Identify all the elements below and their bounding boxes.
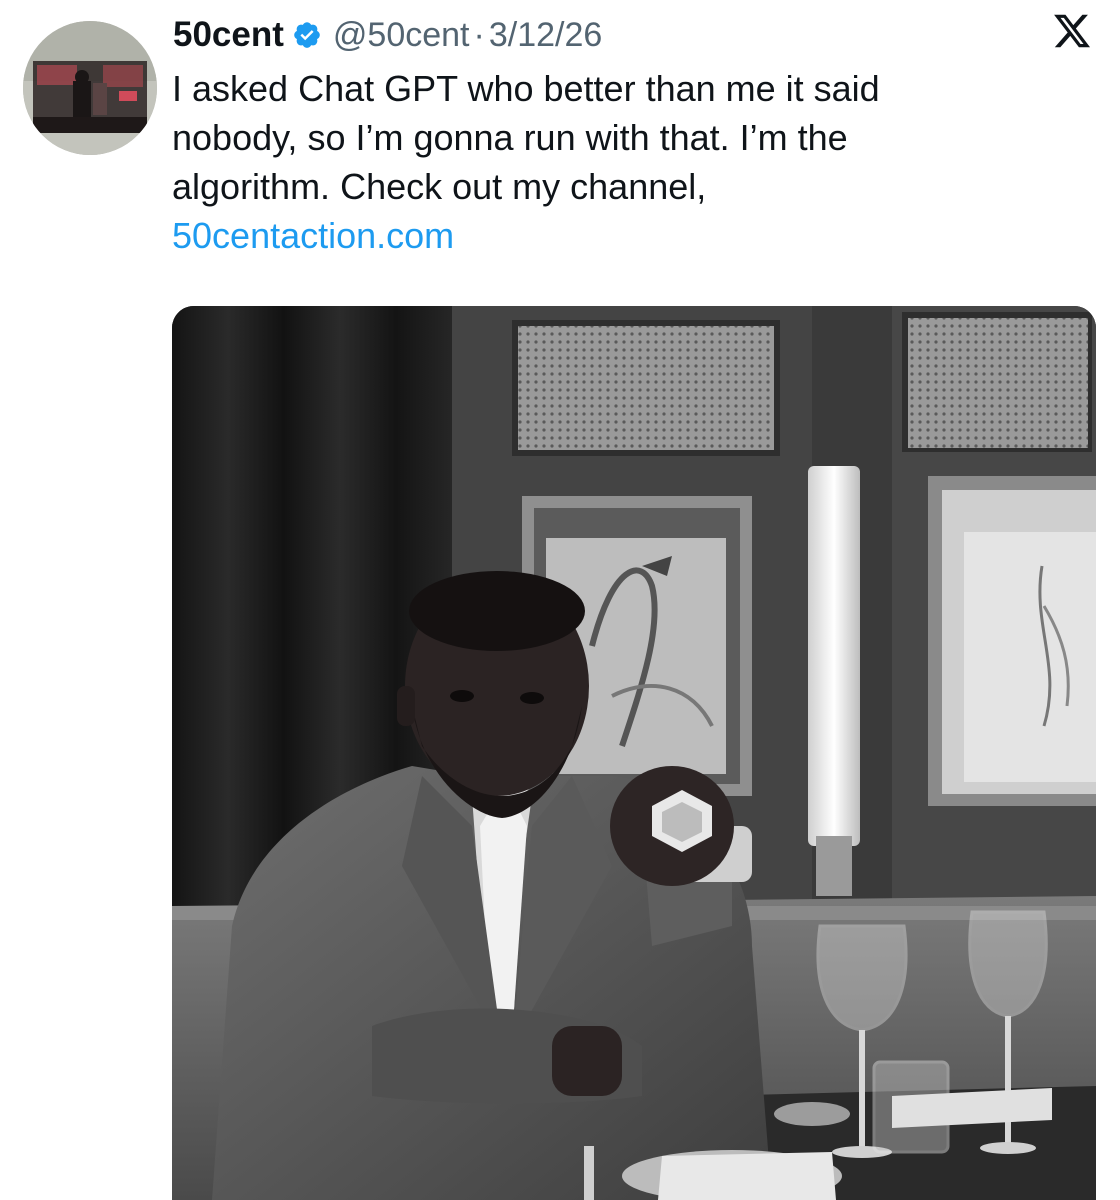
tweet-header: 50cent @50cent · 3/12/26 — [173, 10, 602, 60]
author-display-name[interactable]: 50cent — [173, 15, 284, 55]
tweet-link[interactable]: 50centaction.com — [172, 211, 1072, 260]
tweet-text-line: algorithm. Check out my channel, — [172, 166, 707, 207]
tweet-media-photo[interactable] — [172, 306, 1096, 1200]
verified-badge-icon — [292, 20, 322, 50]
avatar-photo — [23, 21, 157, 155]
tweet-text-line: nobody, so I’m gonna run with that. I’m … — [172, 117, 848, 158]
tweet-text-line: I asked Chat GPT who better than me it s… — [172, 68, 880, 109]
photo-man-at-restaurant-table — [172, 306, 1096, 1200]
tweet-text: I asked Chat GPT who better than me it s… — [172, 64, 1072, 260]
author-avatar[interactable] — [23, 21, 157, 155]
tweet-date[interactable]: 3/12/26 — [489, 16, 602, 55]
author-handle[interactable]: @50cent — [333, 16, 470, 55]
header-separator: · — [473, 15, 485, 54]
x-logo-icon[interactable] — [1052, 11, 1092, 51]
tweet-card: 50cent @50cent · 3/12/26 I asked Chat GP… — [0, 0, 1120, 1200]
